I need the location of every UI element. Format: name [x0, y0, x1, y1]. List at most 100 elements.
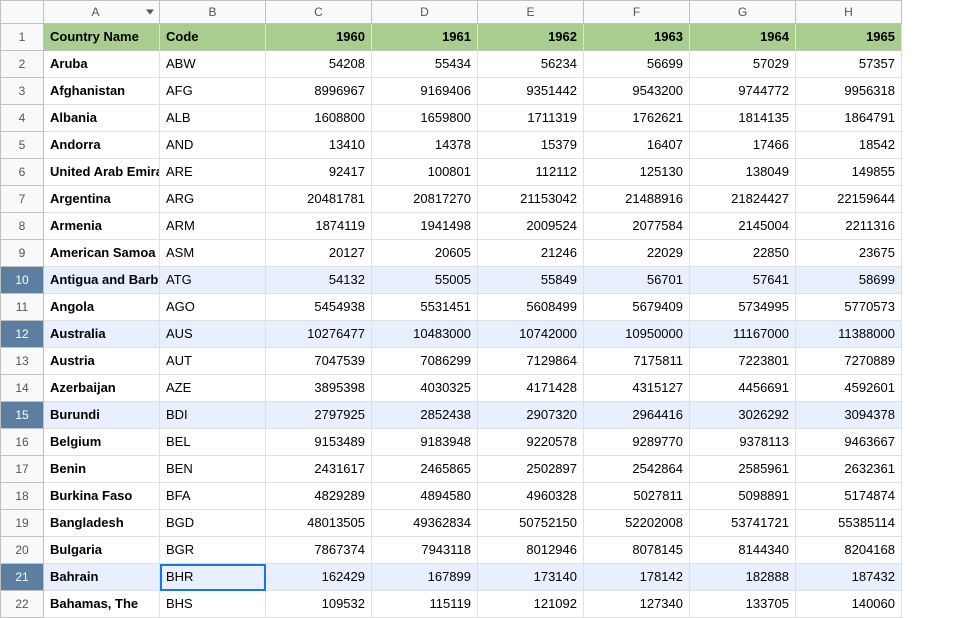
data-cell[interactable]: 9744772	[690, 78, 796, 105]
row-header-11[interactable]: 11	[0, 294, 44, 321]
data-cell[interactable]: 1814135	[690, 105, 796, 132]
data-cell[interactable]: 56234	[478, 51, 584, 78]
row-header-4[interactable]: 4	[0, 105, 44, 132]
data-cell[interactable]: ARE	[160, 159, 266, 186]
header-cell[interactable]: 1962	[478, 24, 584, 51]
data-cell[interactable]: 3094378	[796, 402, 902, 429]
data-cell[interactable]: 2797925	[266, 402, 372, 429]
data-cell[interactable]: Austria	[44, 348, 160, 375]
data-cell[interactable]: 21246	[478, 240, 584, 267]
data-cell[interactable]: 187432	[796, 564, 902, 591]
row-header-20[interactable]: 20	[0, 537, 44, 564]
data-cell[interactable]: 8996967	[266, 78, 372, 105]
data-cell[interactable]: 56699	[584, 51, 690, 78]
row-header-17[interactable]: 17	[0, 456, 44, 483]
data-cell[interactable]: BDI	[160, 402, 266, 429]
data-cell[interactable]: 9183948	[372, 429, 478, 456]
data-cell[interactable]: ALB	[160, 105, 266, 132]
row-header-15[interactable]: 15	[0, 402, 44, 429]
data-cell[interactable]: 13410	[266, 132, 372, 159]
data-cell[interactable]: 22850	[690, 240, 796, 267]
data-cell[interactable]: BEL	[160, 429, 266, 456]
data-cell[interactable]: 3895398	[266, 375, 372, 402]
data-cell[interactable]: 8078145	[584, 537, 690, 564]
data-cell[interactable]: ARM	[160, 213, 266, 240]
data-cell[interactable]: ASM	[160, 240, 266, 267]
data-cell[interactable]: 10483000	[372, 321, 478, 348]
row-header-21[interactable]: 21	[0, 564, 44, 591]
data-cell[interactable]: 48013505	[266, 510, 372, 537]
data-cell[interactable]: Antigua and Barbuda	[44, 267, 160, 294]
header-cell[interactable]: 1963	[584, 24, 690, 51]
data-cell[interactable]: 54208	[266, 51, 372, 78]
data-cell[interactable]: 5098891	[690, 483, 796, 510]
row-header-13[interactable]: 13	[0, 348, 44, 375]
column-header-D[interactable]: D	[372, 0, 478, 24]
column-header-C[interactable]: C	[266, 0, 372, 24]
data-cell[interactable]: 9463667	[796, 429, 902, 456]
header-cell[interactable]: 1961	[372, 24, 478, 51]
row-header-5[interactable]: 5	[0, 132, 44, 159]
data-cell[interactable]: BEN	[160, 456, 266, 483]
data-cell[interactable]: 54132	[266, 267, 372, 294]
data-cell[interactable]: 4829289	[266, 483, 372, 510]
data-cell[interactable]: AUS	[160, 321, 266, 348]
row-header-8[interactable]: 8	[0, 213, 44, 240]
data-cell[interactable]: 21824427	[690, 186, 796, 213]
column-header-F[interactable]: F	[584, 0, 690, 24]
data-cell[interactable]: 182888	[690, 564, 796, 591]
data-cell[interactable]: 20605	[372, 240, 478, 267]
data-cell[interactable]: 20127	[266, 240, 372, 267]
data-cell[interactable]: AGO	[160, 294, 266, 321]
data-cell[interactable]: 9289770	[584, 429, 690, 456]
data-cell[interactable]: 167899	[372, 564, 478, 591]
data-cell[interactable]: Angola	[44, 294, 160, 321]
data-cell[interactable]: 8144340	[690, 537, 796, 564]
data-cell[interactable]: 5454938	[266, 294, 372, 321]
data-cell[interactable]: 125130	[584, 159, 690, 186]
data-cell[interactable]: 10276477	[266, 321, 372, 348]
data-cell[interactable]: 18542	[796, 132, 902, 159]
data-cell[interactable]: 7175811	[584, 348, 690, 375]
data-cell[interactable]: 7086299	[372, 348, 478, 375]
data-cell[interactable]: 2585961	[690, 456, 796, 483]
row-header-12[interactable]: 12	[0, 321, 44, 348]
data-cell[interactable]: 9543200	[584, 78, 690, 105]
data-cell[interactable]: BFA	[160, 483, 266, 510]
data-cell[interactable]: 57641	[690, 267, 796, 294]
data-cell[interactable]: 53741721	[690, 510, 796, 537]
data-cell[interactable]: 138049	[690, 159, 796, 186]
data-cell[interactable]: Belgium	[44, 429, 160, 456]
data-cell[interactable]: 9220578	[478, 429, 584, 456]
data-cell[interactable]: 7223801	[690, 348, 796, 375]
data-cell[interactable]: 55434	[372, 51, 478, 78]
data-cell[interactable]: 109532	[266, 591, 372, 618]
data-cell[interactable]: ABW	[160, 51, 266, 78]
data-cell[interactable]: 1608800	[266, 105, 372, 132]
data-cell[interactable]: 55005	[372, 267, 478, 294]
data-cell[interactable]: Azerbaijan	[44, 375, 160, 402]
header-cell[interactable]: Country Name	[44, 24, 160, 51]
data-cell[interactable]: 8012946	[478, 537, 584, 564]
data-cell[interactable]: 1659800	[372, 105, 478, 132]
row-header-7[interactable]: 7	[0, 186, 44, 213]
column-header-G[interactable]: G	[690, 0, 796, 24]
data-cell[interactable]: ATG	[160, 267, 266, 294]
data-cell[interactable]: 9153489	[266, 429, 372, 456]
data-cell[interactable]: 1864791	[796, 105, 902, 132]
data-cell[interactable]: 2907320	[478, 402, 584, 429]
data-cell[interactable]: 56701	[584, 267, 690, 294]
data-cell[interactable]: Bangladesh	[44, 510, 160, 537]
spreadsheet-grid[interactable]: ABCDEFGH1Country NameCode196019611962196…	[0, 0, 902, 618]
data-cell[interactable]: 16407	[584, 132, 690, 159]
data-cell[interactable]: 58699	[796, 267, 902, 294]
data-cell[interactable]: 57357	[796, 51, 902, 78]
row-header-16[interactable]: 16	[0, 429, 44, 456]
data-cell[interactable]: Argentina	[44, 186, 160, 213]
data-cell[interactable]: Andorra	[44, 132, 160, 159]
header-cell[interactable]: 1965	[796, 24, 902, 51]
data-cell[interactable]: BHS	[160, 591, 266, 618]
row-header-18[interactable]: 18	[0, 483, 44, 510]
data-cell[interactable]: 4456691	[690, 375, 796, 402]
data-cell[interactable]: AND	[160, 132, 266, 159]
